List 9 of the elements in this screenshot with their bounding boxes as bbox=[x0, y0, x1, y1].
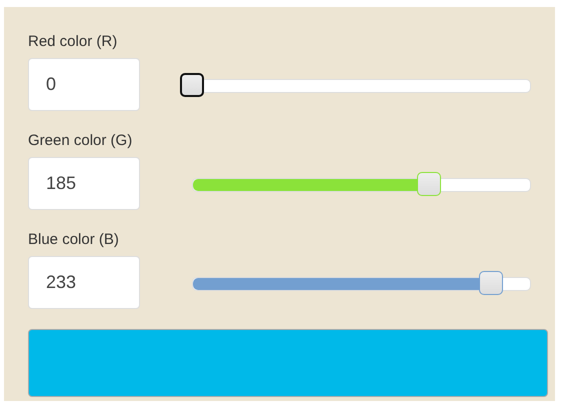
field-label: Blue color (B) bbox=[28, 230, 119, 250]
slider-thumb[interactable] bbox=[478, 270, 503, 294]
value-field[interactable]: 0 bbox=[28, 58, 140, 111]
field-label: Green color (G) bbox=[28, 131, 132, 151]
slider[interactable] bbox=[180, 72, 531, 96]
value-field[interactable]: 185 bbox=[28, 157, 140, 210]
field-label: Red color (R) bbox=[28, 32, 118, 52]
value-field[interactable]: 233 bbox=[28, 256, 140, 309]
slider-thumb[interactable] bbox=[180, 72, 204, 96]
